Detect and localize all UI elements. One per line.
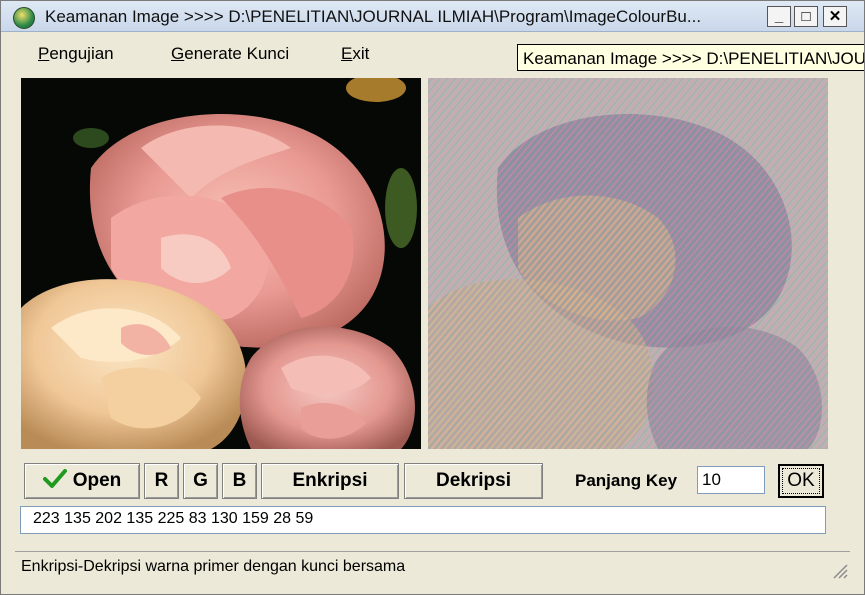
menu-generate-kunci-label: enerate Kunci <box>184 44 290 63</box>
close-button[interactable]: ✕ <box>823 6 847 27</box>
menu-generate-kunci[interactable]: Generate Kunci <box>171 44 289 64</box>
original-image <box>21 78 421 449</box>
check-icon <box>42 469 67 488</box>
open-button-label: Open <box>72 470 122 491</box>
menu-pengujian-label: engujian <box>49 44 114 63</box>
resize-grip-icon[interactable] <box>830 561 848 579</box>
enkripsi-button[interactable]: Enkripsi <box>261 463 399 499</box>
open-button[interactable]: Open <box>24 463 140 499</box>
menu-pengujian[interactable]: Pengujian <box>38 44 114 64</box>
encrypted-noise-graphic <box>428 78 828 449</box>
ok-focus-outline <box>782 468 820 494</box>
menu-exit-accel: E <box>341 44 353 63</box>
minimize-button[interactable]: _ <box>767 6 791 27</box>
original-flower-graphic <box>21 78 421 449</box>
menu-exit-label: xit <box>352 44 370 63</box>
app-icon[interactable] <box>13 7 35 29</box>
status-bar: Enkripsi-Dekripsi warna primer dengan ku… <box>15 551 850 581</box>
window-title: Keamanan Image >>>> D:\PENELITIAN\JOURNA… <box>45 7 702 26</box>
menu-generate-kunci-accel: G <box>171 44 185 63</box>
r-button[interactable]: R <box>144 463 179 499</box>
encrypted-image <box>428 78 828 449</box>
dekripsi-button[interactable]: Dekripsi <box>404 463 543 499</box>
menu-pengujian-accel: P <box>38 44 50 63</box>
maximize-button[interactable]: □ <box>794 6 818 27</box>
status-text: Enkripsi-Dekripsi warna primer dengan ku… <box>21 558 406 575</box>
panjang-key-label: Panjang Key <box>575 471 678 490</box>
key-length-input[interactable] <box>697 466 765 494</box>
title-bar[interactable]: Keamanan Image >>>> D:\PENELITIAN\JOURNA… <box>1 1 864 32</box>
menu-exit[interactable]: Exit <box>341 44 369 64</box>
title-tooltip: Keamanan Image >>>> D:\PENELITIAN\JOURNA… <box>517 44 864 71</box>
b-button[interactable]: B <box>222 463 257 499</box>
key-output-field[interactable]: 223 135 202 135 225 83 130 159 28 59 <box>20 506 826 534</box>
main-window: Keamanan Image >>>> D:\PENELITIAN\JOURNA… <box>0 0 865 595</box>
ok-button[interactable]: OK <box>778 464 824 498</box>
g-button[interactable]: G <box>183 463 218 499</box>
